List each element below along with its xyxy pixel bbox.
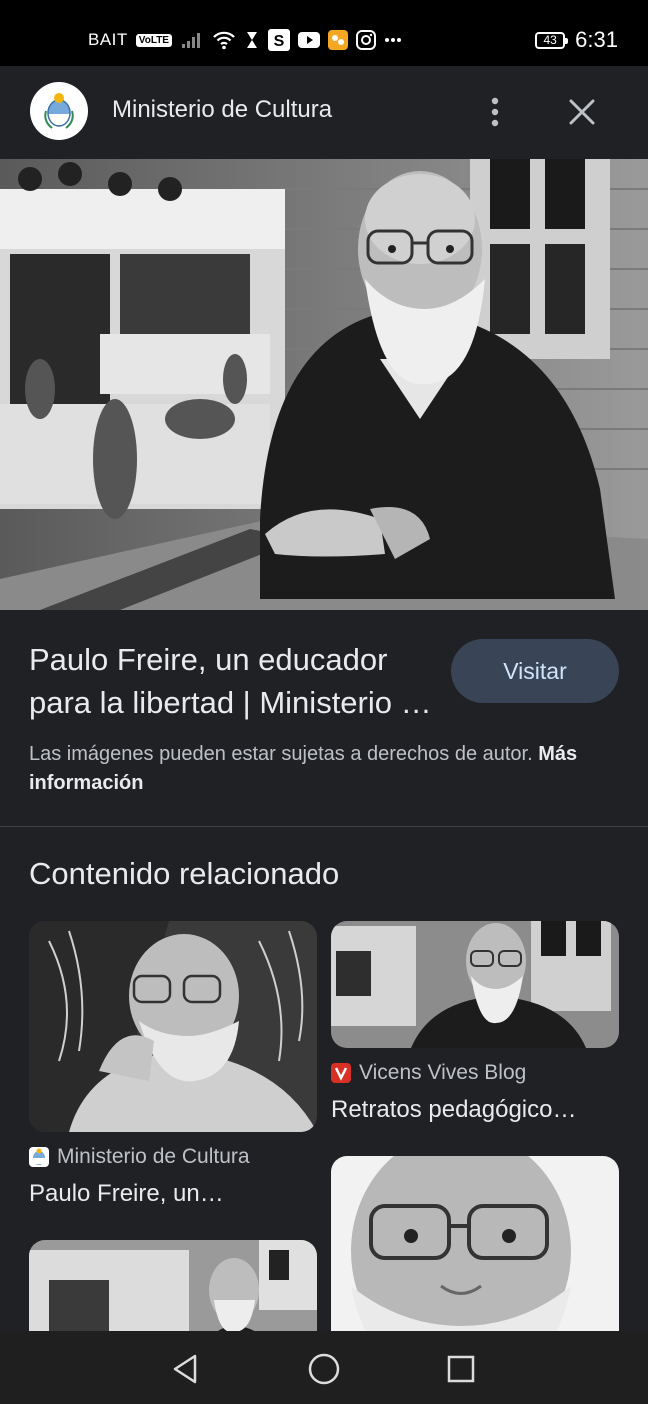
visit-button[interactable]: Visitar xyxy=(451,639,619,703)
more-vert-icon[interactable] xyxy=(480,92,510,132)
related-thumbnail[interactable] xyxy=(29,921,317,1132)
section-divider xyxy=(0,826,648,827)
wifi-icon xyxy=(212,30,236,50)
back-triangle-icon[interactable] xyxy=(165,1349,205,1389)
battery-icon: 43 xyxy=(535,31,569,49)
hourglass-icon xyxy=(244,30,260,50)
signal-icon xyxy=(180,31,204,49)
result-title[interactable]: Paulo Freire, un educador para la libert… xyxy=(29,638,439,724)
vicens-vives-favicon-icon xyxy=(331,1063,351,1083)
related-source[interactable]: Ministerio de Cultura xyxy=(29,1145,250,1169)
close-icon[interactable] xyxy=(562,92,602,132)
volte-badge: VoLTE xyxy=(135,33,172,47)
svg-text:S: S xyxy=(274,33,285,50)
related-thumbnail[interactable] xyxy=(331,921,619,1048)
related-source-name: Vicens Vives Blog xyxy=(359,1061,527,1084)
main-image[interactable] xyxy=(0,159,648,610)
copyright-text: Las imágenes pueden estar sujetas a dere… xyxy=(29,743,533,765)
status-bar: BAIT VoLTE S 43 6:31 xyxy=(0,0,648,66)
related-source[interactable]: Vicens Vives Blog xyxy=(331,1061,526,1085)
viewer-header: Ministerio de Cultura xyxy=(0,66,648,159)
status-right: 43 6:31 xyxy=(535,26,618,54)
related-caption[interactable]: Paulo Freire, un… xyxy=(29,1180,317,1208)
s-app-icon: S xyxy=(267,29,290,51)
related-source-name: Ministerio de Cultura xyxy=(57,1145,250,1168)
result-title-wrap: Paulo Freire, un educador para la libert… xyxy=(29,638,439,724)
system-nav-bar xyxy=(0,1331,648,1404)
argentina-coat-of-arms-icon xyxy=(30,82,88,140)
app-icon xyxy=(327,30,348,50)
status-left: BAIT VoLTE S xyxy=(88,26,402,54)
more-icon xyxy=(384,37,402,43)
clock: 6:31 xyxy=(575,27,618,52)
related-caption[interactable]: Retratos pedagógico… xyxy=(331,1096,619,1124)
carrier-label: BAIT xyxy=(88,30,128,49)
copyright-notice: Las imágenes pueden estar sujetas a dere… xyxy=(29,740,589,798)
instagram-icon xyxy=(355,30,376,50)
site-name[interactable]: Ministerio de Cultura xyxy=(112,96,332,124)
ministerio-favicon-icon xyxy=(29,1147,49,1167)
youtube-icon xyxy=(297,31,320,49)
recents-square-icon[interactable] xyxy=(441,1349,481,1389)
home-circle-icon[interactable] xyxy=(304,1349,344,1389)
related-heading: Contenido relacionado xyxy=(29,856,340,891)
